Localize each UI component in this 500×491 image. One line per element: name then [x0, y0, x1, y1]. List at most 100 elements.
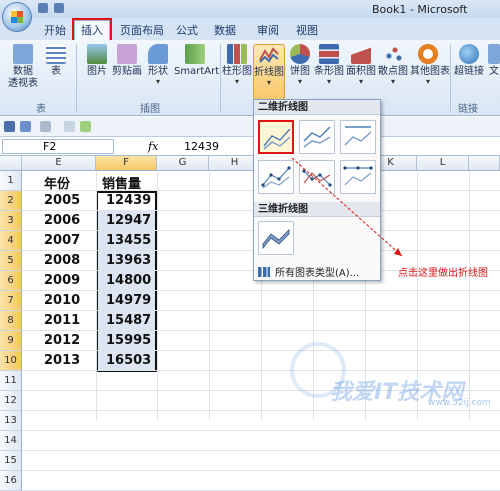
tab-formulas[interactable]: 公式	[176, 22, 198, 38]
pivot-table-button[interactable]: 数据 透视表	[6, 44, 40, 90]
row-header[interactable]: 10	[0, 351, 22, 371]
tab-view[interactable]: 视图	[296, 22, 318, 38]
row-header[interactable]: 16	[0, 471, 22, 491]
function-icon[interactable]: fx	[148, 140, 158, 153]
area-chart-button[interactable]: 面积图 ▾	[346, 44, 376, 86]
scatter-chart-button[interactable]: 散点图 ▾	[378, 44, 408, 86]
cell-year[interactable]: 2006	[44, 213, 80, 228]
redo-icon[interactable]	[40, 121, 51, 132]
tab-insert[interactable]: 插入	[72, 18, 112, 42]
row-gridline	[22, 430, 500, 431]
chevron-down-icon: ▾	[266, 78, 271, 87]
tab-review[interactable]: 审阅	[257, 22, 279, 38]
row-header[interactable]: 1	[0, 171, 22, 191]
pie-chart-button[interactable]: 饼图 ▾	[288, 44, 312, 86]
all-chart-types-link[interactable]: 所有图表类型(A)...	[258, 264, 359, 279]
cell-sales[interactable]: 14800	[106, 273, 151, 288]
column-header-e[interactable]: E	[22, 156, 96, 171]
cell-year[interactable]: 2008	[44, 253, 80, 268]
stacked-line-option[interactable]	[299, 120, 335, 154]
hyperlink-button[interactable]: 超链接	[454, 44, 484, 78]
cell-sales[interactable]: 13963	[106, 253, 151, 268]
select-all-corner[interactable]	[0, 156, 22, 171]
cell-sales[interactable]: 15995	[106, 333, 151, 348]
bar-chart-button[interactable]: 条形图 ▾	[314, 44, 344, 86]
cell-sales[interactable]: 14979	[106, 293, 151, 308]
undo-icon[interactable]	[54, 3, 64, 13]
name-box[interactable]: F2	[2, 139, 114, 154]
row-header[interactable]: 8	[0, 311, 22, 331]
text-button[interactable]: 文	[488, 44, 500, 78]
line-chart-button[interactable]: 折线图 ▾	[253, 44, 285, 100]
other-charts-button[interactable]: 其他图表 ▾	[410, 44, 450, 86]
cell-sales[interactable]: 15487	[106, 313, 151, 328]
picture-button[interactable]: 图片	[84, 44, 110, 78]
shapes-button[interactable]: 形状 ▾	[145, 44, 171, 86]
row-header[interactable]: 15	[0, 451, 22, 471]
quick-access-toolbar	[38, 3, 64, 13]
column-chart-button[interactable]: 柱形图 ▾	[222, 44, 252, 86]
line-chart-option[interactable]	[258, 120, 294, 154]
3d-line-option[interactable]	[258, 221, 294, 255]
column-header-l[interactable]: L	[417, 156, 469, 171]
row-header[interactable]: 2	[0, 191, 22, 211]
column-header-m[interactable]	[469, 156, 500, 171]
separator	[76, 44, 77, 112]
row-header[interactable]: 11	[0, 371, 22, 391]
cell-year[interactable]: 2013	[44, 353, 80, 368]
cell-year[interactable]: 2007	[44, 233, 80, 248]
row-header[interactable]: 13	[0, 411, 22, 431]
column-gridline	[157, 171, 158, 420]
row-header[interactable]: 7	[0, 291, 22, 311]
cell-sales-header[interactable]: 销售量	[102, 173, 141, 192]
cell-sales[interactable]: 13455	[106, 233, 151, 248]
save-icon[interactable]	[4, 121, 15, 132]
print-icon[interactable]	[64, 121, 75, 132]
undo-icon[interactable]	[20, 121, 31, 132]
cell-year[interactable]: 2012	[44, 333, 80, 348]
quick-toolbar	[0, 117, 500, 137]
percent-stacked-line-option[interactable]	[340, 120, 376, 154]
clipart-button[interactable]: 剪贴画	[112, 44, 142, 78]
cell-year[interactable]: 2009	[44, 273, 80, 288]
column-header-f[interactable]: F	[96, 156, 157, 171]
cell-year[interactable]: 2011	[44, 313, 80, 328]
save-icon[interactable]	[38, 3, 48, 13]
formula-bar: F2 fx 12439	[0, 138, 500, 156]
tab-home[interactable]: 开始	[44, 22, 66, 38]
row-header[interactable]: 4	[0, 231, 22, 251]
row-header[interactable]: 3	[0, 211, 22, 231]
refresh-icon[interactable]	[80, 121, 91, 132]
cell-sales[interactable]: 12439	[106, 193, 151, 208]
cell-year[interactable]: 2010	[44, 293, 80, 308]
line-with-markers-option[interactable]	[258, 160, 294, 194]
row-header[interactable]: 14	[0, 431, 22, 451]
picture-label: 图片	[87, 66, 107, 77]
table-icon	[46, 44, 66, 64]
chart-icon	[258, 266, 270, 277]
office-button[interactable]	[2, 2, 32, 32]
cell-year[interactable]: 2005	[44, 193, 80, 208]
column-header-g[interactable]: G	[157, 156, 209, 171]
percent-stacked-line-markers-option[interactable]	[340, 160, 376, 194]
formula-input[interactable]: 12439	[184, 140, 219, 153]
chevron-down-icon: ▾	[326, 77, 331, 86]
row-header[interactable]: 6	[0, 271, 22, 291]
smartart-button[interactable]: SmartArt	[174, 44, 219, 78]
line-chart-icon	[259, 45, 279, 65]
tab-page-layout[interactable]: 页面布局	[120, 22, 164, 38]
separator	[450, 44, 451, 112]
row-header[interactable]: 5	[0, 251, 22, 271]
shapes-icon	[148, 44, 168, 64]
row-header[interactable]: 12	[0, 391, 22, 411]
chevron-down-icon: ▾	[358, 77, 363, 86]
table-label: 表	[51, 66, 61, 77]
cell-sales[interactable]: 12947	[106, 213, 151, 228]
cell-sales[interactable]: 16503	[106, 353, 151, 368]
row-header[interactable]: 9	[0, 331, 22, 351]
cell-year-header[interactable]: 年份	[44, 173, 70, 192]
table-button[interactable]: 表	[44, 44, 68, 78]
stacked-line-markers-option[interactable]	[299, 160, 335, 194]
tab-data[interactable]: 数据	[214, 22, 236, 38]
area-chart-icon	[351, 44, 371, 64]
